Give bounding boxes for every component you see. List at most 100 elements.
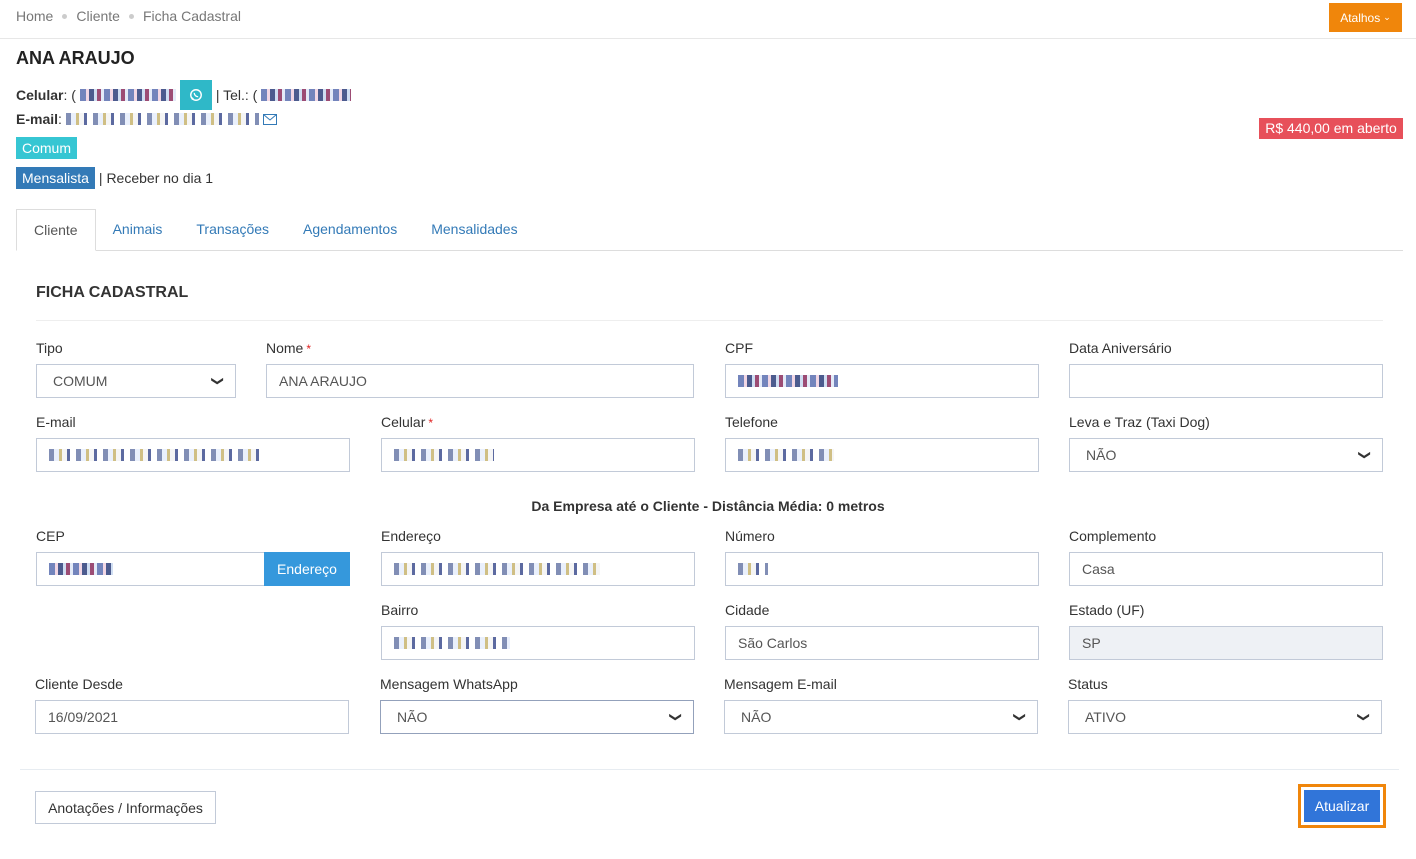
cpf-input[interactable] (725, 364, 1039, 398)
celular-field-label: Celular * (381, 414, 434, 430)
cep-input[interactable] (36, 552, 265, 586)
cidade-label: Cidade (725, 602, 770, 618)
cep-value-redacted (49, 563, 113, 575)
plan-line: Mensalista | Receber no dia 1 (16, 167, 213, 189)
chevron-down-icon: ❯ (210, 375, 225, 387)
distance-info: Da Empresa até o Cliente - Distância Méd… (531, 498, 885, 514)
cliente-desde-value: 16/09/2021 (48, 709, 119, 725)
tel-label: | Tel.: (215, 87, 249, 103)
cliente-desde-label: Cliente Desde (35, 676, 123, 692)
client-name: ANA ARAUJO (16, 48, 135, 68)
email-value-redacted[interactable] (65, 113, 259, 125)
divider (36, 320, 1383, 321)
tipo-label: Tipo (36, 340, 63, 356)
email-label: E-mail (16, 111, 59, 127)
status-select[interactable]: ATIVO ❯ (1068, 700, 1382, 734)
status-label: Status (1068, 676, 1108, 692)
numero-input[interactable] (725, 552, 1039, 586)
cpf-value-redacted (738, 375, 838, 387)
cep-lookup-button[interactable]: Endereço (264, 552, 350, 586)
taxi-dog-select[interactable]: NÃO ❯ (1069, 438, 1383, 472)
celular-field-label-text: Celular (381, 414, 426, 430)
nome-input[interactable]: ANA ARAUJO (266, 364, 694, 398)
nome-label-text: Nome (266, 340, 304, 356)
tipo-value: COMUM (53, 373, 108, 389)
bairro-value-redacted (394, 637, 510, 649)
telefone-label: Telefone (725, 414, 778, 430)
breadcrumb-separator (62, 13, 68, 19)
numero-label: Número (725, 528, 775, 544)
taxi-dog-value: NÃO (1086, 447, 1117, 463)
complemento-label: Complemento (1069, 528, 1157, 544)
celular-field[interactable] (381, 438, 695, 472)
tab-animais[interactable]: Animais (96, 209, 180, 251)
telefone-field[interactable] (725, 438, 1039, 472)
chevron-down-icon: ❯ (668, 711, 683, 723)
estado-label: Estado (UF) (1069, 602, 1145, 618)
cidade-value: São Carlos (738, 635, 808, 651)
plan-note: | Receber no dia 1 (98, 170, 214, 186)
celular-label: Celular (16, 87, 64, 103)
msg-email-select[interactable]: NÃO ❯ (724, 700, 1038, 734)
msg-email-value: NÃO (741, 709, 772, 725)
chevron-down-icon: ❯ (1357, 449, 1372, 461)
cliente-desde-input[interactable]: 16/09/2021 (35, 700, 349, 734)
cpf-label: CPF (725, 340, 753, 356)
cidade-input[interactable]: São Carlos (725, 626, 1039, 660)
bairro-label: Bairro (381, 602, 419, 618)
complemento-value: Casa (1082, 561, 1115, 577)
envelope-icon[interactable] (262, 113, 277, 125)
bairro-input[interactable] (381, 626, 695, 660)
email-field[interactable] (36, 438, 350, 472)
nome-value: ANA ARAUJO (279, 373, 367, 389)
whatsapp-icon (189, 89, 202, 101)
tab-agendamentos[interactable]: Agendamentos (286, 209, 414, 251)
top-bar: Home Cliente Ficha Cadastral Atalhos ⌄ (0, 0, 1416, 39)
celular-value-redacted (79, 89, 176, 101)
email-line: E-mail: (16, 111, 277, 127)
tab-cliente[interactable]: Cliente (16, 209, 96, 251)
aniversario-input[interactable] (1069, 364, 1383, 398)
cep-label: CEP (36, 528, 65, 544)
breadcrumb: Home Cliente Ficha Cadastral (16, 8, 241, 24)
footer-divider (20, 769, 1399, 770)
celular-field-value-redacted (394, 449, 494, 461)
msg-whatsapp-value: NÃO (397, 709, 428, 725)
plan-badge: Mensalista (16, 167, 95, 189)
aniversario-label: Data Aniversário (1069, 340, 1172, 356)
complemento-input[interactable]: Casa (1069, 552, 1383, 586)
phone-line: Celular: ( | Tel.: ( (16, 80, 352, 110)
numero-value-redacted (738, 563, 768, 575)
update-button-highlight: Atualizar (1298, 784, 1386, 828)
breadcrumb-separator (128, 13, 134, 19)
endereco-input[interactable] (381, 552, 695, 586)
shortcuts-label: Atalhos (1340, 10, 1381, 25)
tab-transacoes[interactable]: Transações (179, 209, 286, 251)
update-button[interactable]: Atualizar (1304, 790, 1380, 822)
client-type-badge: Comum (16, 137, 78, 159)
breadcrumb-cliente[interactable]: Cliente (76, 8, 120, 24)
notes-button[interactable]: Anotações / Informações (35, 791, 216, 824)
client-tabs: Cliente Animais Transações Agendamentos … (16, 209, 1403, 251)
estado-value: SP (1082, 635, 1101, 651)
breadcrumb-home[interactable]: Home (16, 8, 53, 24)
open-balance-badge[interactable]: R$ 440,00 em aberto (1259, 118, 1403, 139)
chevron-down-icon: ❯ (1012, 711, 1027, 723)
telefone-value-redacted (738, 449, 834, 461)
taxi-dog-label: Leva e Traz (Taxi Dog) (1069, 414, 1210, 430)
tipo-select[interactable]: COMUM ❯ (36, 364, 236, 398)
tab-mensalidades[interactable]: Mensalidades (414, 209, 534, 251)
chevron-down-icon: ❯ (1356, 711, 1371, 723)
endereco-label: Endereço (381, 528, 441, 544)
whatsapp-button[interactable] (179, 80, 212, 110)
tel-value-redacted (261, 89, 352, 101)
email-field-label: E-mail (36, 414, 76, 430)
msg-whatsapp-select[interactable]: NÃO ❯ (380, 700, 694, 734)
chevron-down-icon: ⌄ (1383, 12, 1391, 22)
section-title: FICHA CADASTRAL (36, 284, 189, 301)
nome-label: Nome * (266, 340, 312, 356)
msg-whatsapp-label: Mensagem WhatsApp (380, 676, 518, 692)
shortcuts-button[interactable]: Atalhos ⌄ (1329, 3, 1402, 32)
endereco-value-redacted (394, 563, 600, 575)
breadcrumb-current: Ficha Cadastral (142, 8, 241, 24)
